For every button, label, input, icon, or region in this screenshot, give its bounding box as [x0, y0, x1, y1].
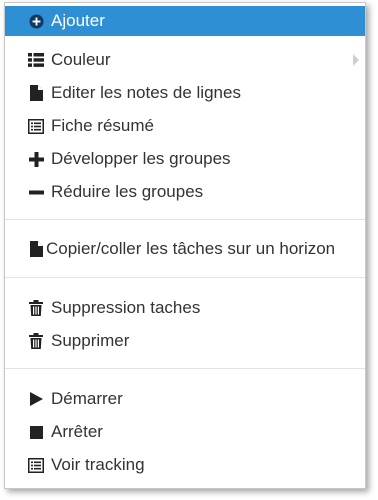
- menu-item-label: Ajouter: [51, 11, 105, 30]
- list-alt-icon: [27, 456, 45, 474]
- minus-icon: [27, 183, 45, 201]
- menu-item-label: Editer les notes de lignes: [51, 83, 241, 102]
- menu-divider: [5, 219, 365, 220]
- menu-item-label: Réduire les groupes: [51, 182, 204, 201]
- stop-icon: [27, 423, 45, 441]
- trash-icon: [27, 299, 45, 317]
- menu-item-label: Voir tracking: [51, 455, 145, 474]
- menu-item-label: Développer les groupes: [51, 149, 231, 168]
- menu-item-label: Supprimer: [51, 331, 130, 350]
- menu-item-label: Arrêter: [51, 422, 103, 441]
- menu-item-label: Démarrer: [51, 389, 123, 408]
- file-icon: [27, 84, 45, 102]
- list-alt-icon: [27, 117, 45, 135]
- menu-item-label: Suppression taches: [51, 298, 201, 317]
- menu-item-label: Copier/coller les tâches sur un horizon: [46, 239, 336, 258]
- menu-item-label: Couleur: [51, 50, 111, 69]
- submenu-arrow-icon: [353, 54, 359, 66]
- menu-item-label: Fiche résumé: [51, 116, 154, 135]
- menu-item-developper-groupes[interactable]: Développer les groupes: [5, 144, 365, 174]
- trash-icon: [27, 332, 45, 350]
- list-icon: [27, 51, 45, 69]
- menu-item-demarrer[interactable]: Démarrer: [5, 384, 365, 414]
- menu-item-couleur[interactable]: Couleur: [5, 45, 365, 75]
- menu-divider: [5, 368, 365, 369]
- menu-item-ajouter[interactable]: Ajouter: [5, 6, 365, 36]
- menu-item-supprimer[interactable]: Supprimer: [5, 326, 365, 356]
- menu-divider: [5, 277, 365, 278]
- menu-item-copier-coller[interactable]: Copier/coller les tâches sur un horizon: [5, 234, 365, 264]
- menu-item-suppression-taches[interactable]: Suppression taches: [5, 293, 365, 323]
- menu-item-voir-tracking[interactable]: Voir tracking: [5, 450, 365, 480]
- plus-icon: [27, 150, 45, 168]
- plus-circle-icon: [27, 12, 45, 30]
- menu-item-arreter[interactable]: Arrêter: [5, 417, 365, 447]
- menu-item-editer-notes[interactable]: Editer les notes de lignes: [5, 78, 365, 108]
- play-icon: [27, 390, 45, 408]
- file-icon: [27, 240, 45, 258]
- context-menu: Ajouter Couleur Editer les notes de lign…: [4, 2, 366, 489]
- menu-item-fiche-resume[interactable]: Fiche résumé: [5, 111, 365, 141]
- menu-item-reduire-groupes[interactable]: Réduire les groupes: [5, 177, 365, 207]
